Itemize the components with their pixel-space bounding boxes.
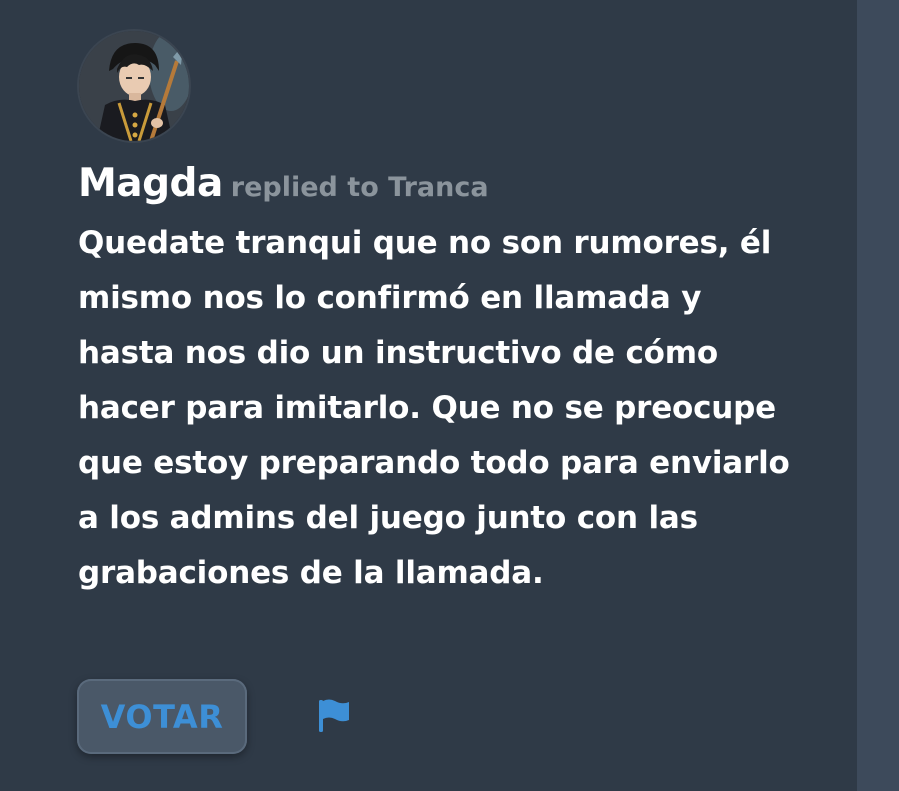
avatar[interactable] <box>79 31 189 141</box>
author-name[interactable]: Magda <box>78 161 223 206</box>
side-panel <box>857 0 899 791</box>
post-card: Magda replied to Tranca Quedate tranqui q… <box>0 0 857 791</box>
flag-icon[interactable] <box>315 696 353 734</box>
vote-button-label: VOTAR <box>100 697 224 736</box>
avatar-illustration <box>79 31 189 141</box>
replied-to-text[interactable]: replied to Tranca <box>231 172 489 203</box>
post-body: Quedate tranqui que no son rumores, él m… <box>78 225 790 591</box>
vote-button[interactable]: VOTAR <box>77 679 247 754</box>
post-header: Magda replied to Tranca <box>78 161 489 206</box>
